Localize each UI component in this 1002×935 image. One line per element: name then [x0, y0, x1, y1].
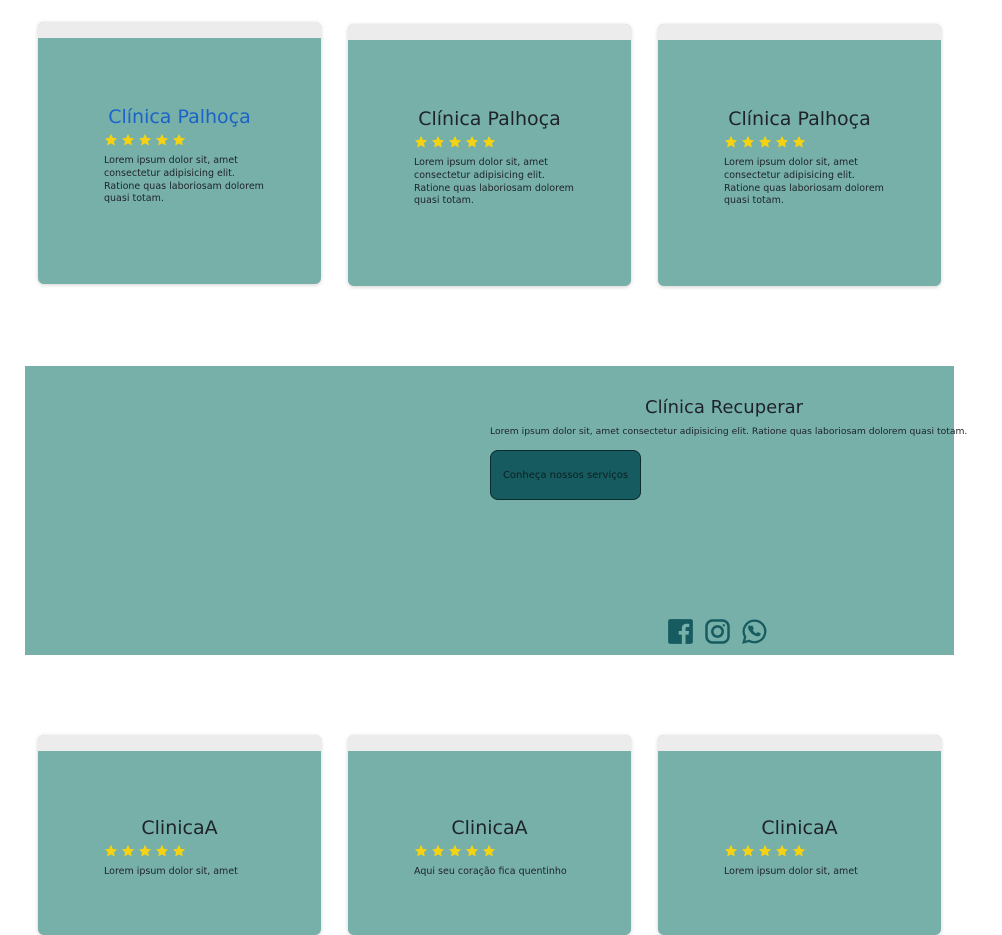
banner-title: Clínica Recuperar	[645, 397, 804, 418]
banner-description: Lorem ipsum dolor sit, amet consectetur …	[490, 426, 968, 437]
star-icon	[121, 844, 135, 857]
star-icon	[414, 135, 428, 148]
star-icon	[465, 135, 479, 148]
star-icon	[465, 844, 479, 857]
card-title: Clínica Palhoça	[728, 108, 871, 130]
card-title: ClinicaA	[451, 817, 528, 839]
card-description: Lorem ipsum dolor sit, amet consectetur …	[724, 157, 884, 207]
star-icon	[155, 844, 169, 857]
clinic-card[interactable]: Clínica Palhoça Lorem ipsum dolor sit, a…	[658, 24, 941, 286]
star-icon	[775, 135, 789, 148]
star-icon	[741, 135, 755, 148]
star-rating	[104, 133, 321, 151]
star-rating	[414, 135, 631, 153]
social-links	[667, 618, 768, 645]
star-icon	[431, 844, 445, 857]
card-title: ClinicaA	[141, 817, 218, 839]
card-title: ClinicaA	[761, 817, 838, 839]
instagram-icon[interactable]	[704, 618, 731, 645]
star-icon	[792, 135, 806, 148]
card-image-placeholder	[658, 24, 941, 40]
card-description: Lorem ipsum dolor sit, amet consectetur …	[414, 157, 574, 207]
star-icon	[138, 133, 152, 146]
star-icon	[482, 844, 496, 857]
clinic-card[interactable]: ClinicaA Lorem ipsum dolor sit, amet	[658, 735, 941, 935]
clinic-card[interactable]: Clínica Palhoça Lorem ipsum dolor sit, a…	[38, 22, 321, 284]
star-icon	[104, 133, 118, 146]
star-icon	[775, 844, 789, 857]
card-title[interactable]: Clínica Palhoça	[38, 106, 321, 128]
card-image-placeholder	[658, 735, 941, 751]
star-icon	[792, 844, 806, 857]
clinic-card[interactable]: Clínica Palhoça Lorem ipsum dolor sit, a…	[348, 24, 631, 286]
star-icon	[724, 135, 738, 148]
star-icon	[138, 844, 152, 857]
hero-banner: Clínica Recuperar Lorem ipsum dolor sit,…	[25, 366, 967, 655]
star-icon	[172, 133, 186, 146]
card-description: Lorem ipsum dolor sit, amet consectetur …	[104, 155, 264, 205]
card-description: Lorem ipsum dolor sit, amet	[724, 866, 858, 877]
card-image-placeholder	[348, 24, 631, 40]
card-description: Aqui seu coração fica quentinho	[414, 866, 567, 877]
star-icon	[758, 844, 772, 857]
card-description: Lorem ipsum dolor sit, amet	[104, 866, 238, 877]
star-icon	[414, 844, 428, 857]
card-image-placeholder	[38, 22, 321, 38]
star-icon	[172, 844, 186, 857]
star-icon	[431, 135, 445, 148]
star-icon	[121, 133, 135, 146]
clinic-card[interactable]: ClinicaA Lorem ipsum dolor sit, amet	[38, 735, 321, 935]
star-icon	[448, 135, 462, 148]
facebook-icon[interactable]	[667, 618, 694, 645]
clinic-card[interactable]: ClinicaA Aqui seu coração fica quentinho	[348, 735, 631, 935]
card-image-placeholder	[38, 735, 321, 751]
star-rating	[724, 844, 941, 862]
services-button[interactable]: Conheça nossos serviços	[490, 450, 641, 500]
star-icon	[155, 133, 169, 146]
card-image-placeholder	[348, 735, 631, 751]
card-title: Clínica Palhoça	[418, 108, 561, 130]
star-icon	[741, 844, 755, 857]
star-icon	[104, 844, 118, 857]
star-icon	[758, 135, 772, 148]
star-rating	[104, 844, 321, 862]
star-icon	[724, 844, 738, 857]
star-rating	[724, 135, 941, 153]
whatsapp-icon[interactable]	[741, 618, 768, 645]
star-rating	[414, 844, 631, 862]
star-icon	[482, 135, 496, 148]
star-icon	[448, 844, 462, 857]
